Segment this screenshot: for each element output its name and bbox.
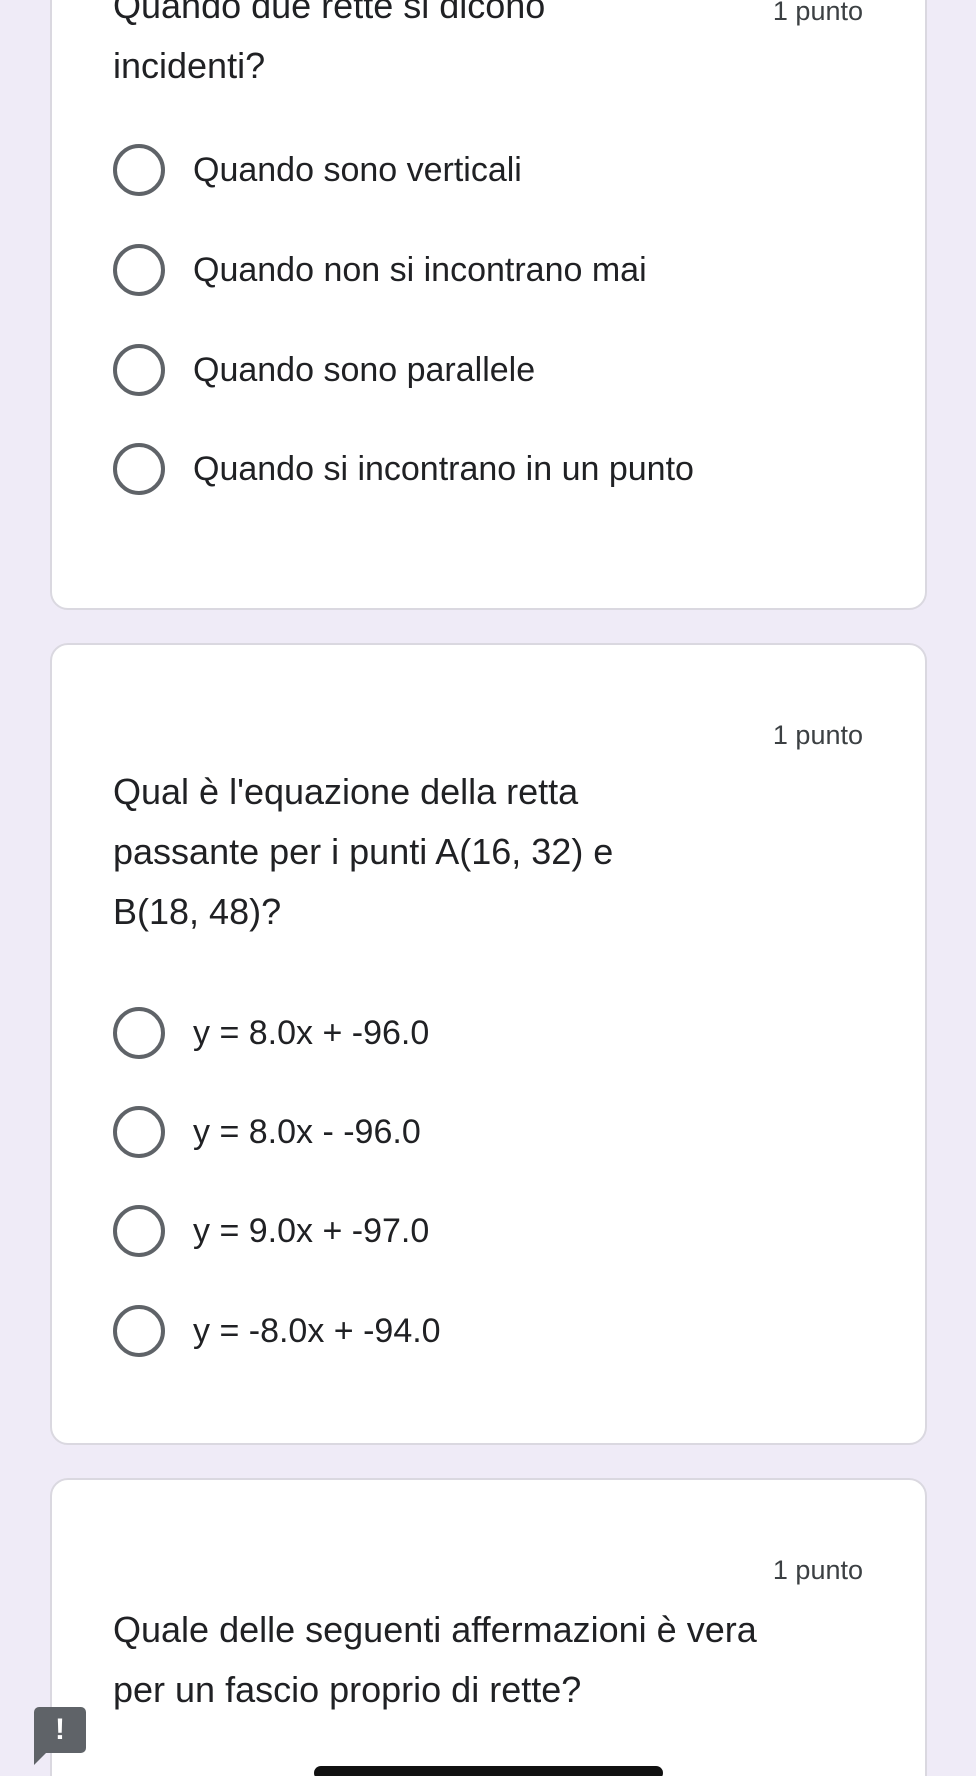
option-1-3[interactable]: Quando sono parallele — [113, 342, 535, 398]
option-2-3[interactable]: y = 9.0x + -97.0 — [113, 1203, 429, 1259]
question-card-2: 1 punto Qual è l'equazione della retta p… — [50, 643, 927, 1445]
radio-button[interactable] — [113, 1007, 165, 1059]
report-glyph: ! — [55, 1713, 65, 1746]
radio-button[interactable] — [113, 144, 165, 196]
radio-button[interactable] — [113, 1205, 165, 1257]
option-label: Quando sono parallele — [193, 350, 536, 389]
option-2-2[interactable]: y = 8.0x - -96.0 — [113, 1104, 421, 1160]
option-label: y = 8.0x - -96.0 — [193, 1112, 421, 1151]
option-label: Quando sono verticali — [193, 150, 522, 189]
radio-button[interactable] — [113, 1305, 165, 1357]
radio-button[interactable] — [113, 1106, 165, 1158]
question-title-2: Qual è l'equazione della retta passante … — [113, 771, 614, 932]
question-title-1: Quando due rette si dicono incidenti? — [113, 0, 546, 86]
option-label: y = -8.0x + -94.0 — [193, 1311, 441, 1350]
gesture-home-bar[interactable] — [314, 1766, 663, 1776]
option-2-4[interactable]: y = -8.0x + -94.0 — [113, 1303, 441, 1359]
option-label: Quando si incontrano in un punto — [193, 449, 694, 488]
option-1-1[interactable]: Quando sono verticali — [113, 142, 522, 198]
option-label: y = 9.0x + -97.0 — [193, 1211, 430, 1250]
question-points-1: 1 punto — [772, 0, 863, 26]
question-title-3: Quale delle seguenti affermazioni è vera… — [113, 1609, 757, 1710]
question-card-3: 1 punto Quale delle seguenti affermazion… — [50, 1478, 927, 1776]
option-label: Quando non si incontrano mai — [193, 250, 647, 289]
question-card-1: Quando due rette si dicono incidenti? 1 … — [50, 0, 927, 610]
question-points-2: 1 punto — [772, 720, 863, 750]
form-page: Quando due rette si dicono incidenti? 1 … — [0, 0, 976, 1776]
option-2-1[interactable]: y = 8.0x + -96.0 — [113, 1005, 429, 1061]
option-label: y = 8.0x + -96.0 — [193, 1013, 430, 1052]
option-1-4[interactable]: Quando si incontrano in un punto — [113, 441, 694, 497]
radio-button[interactable] — [113, 244, 165, 296]
radio-button[interactable] — [113, 443, 165, 495]
radio-button[interactable] — [113, 344, 165, 396]
question-points-3: 1 punto — [772, 1555, 863, 1585]
exclamation-report-icon[interactable]: ! — [34, 1707, 86, 1765]
option-1-2[interactable]: Quando non si incontrano mai — [113, 242, 647, 298]
